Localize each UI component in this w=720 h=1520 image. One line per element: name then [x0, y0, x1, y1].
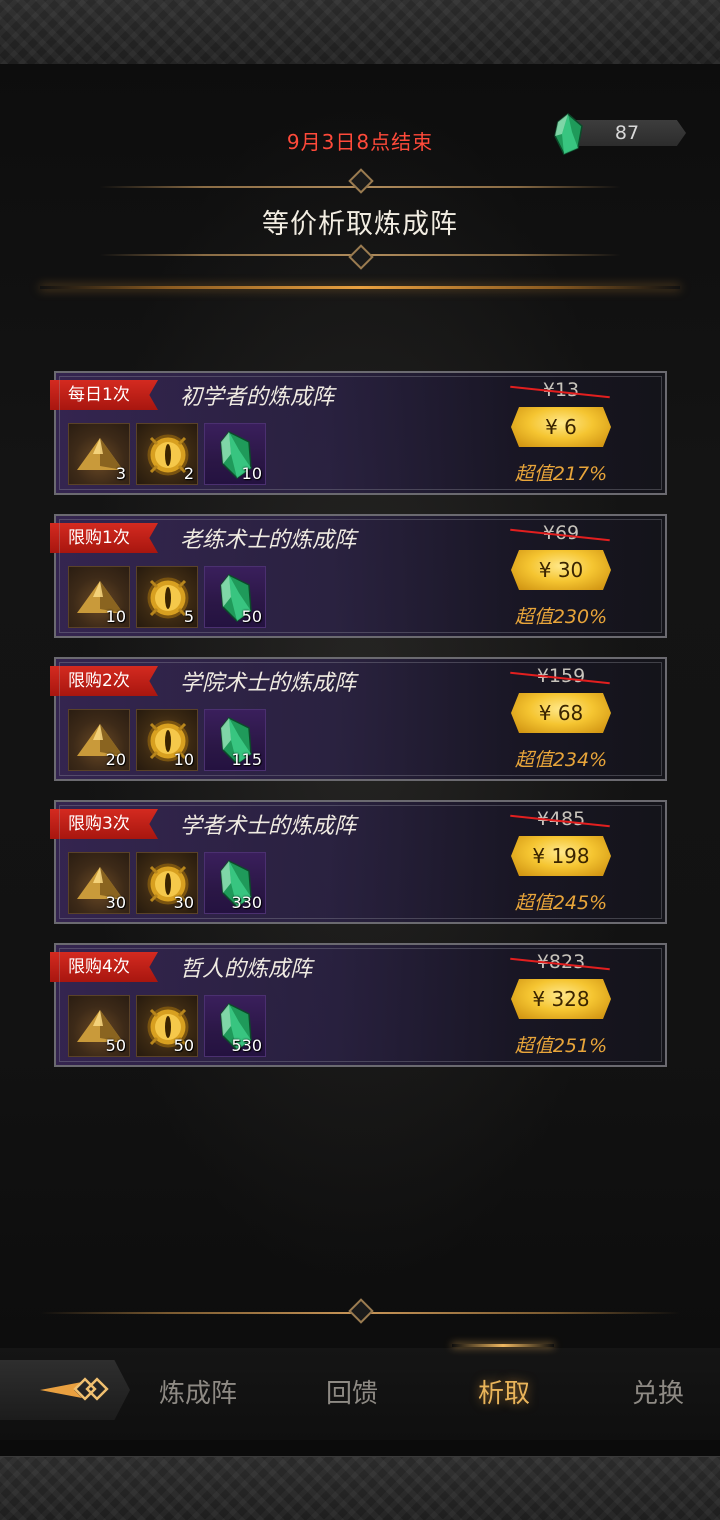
- nav-back-button[interactable]: [0, 1360, 130, 1420]
- reward-item-count: 30: [105, 893, 126, 912]
- reward-item-slot[interactable]: 2: [136, 423, 198, 485]
- value-percent: 超值245%: [514, 892, 608, 914]
- reward-item-count: 50: [173, 1036, 194, 1055]
- reward-item-count: 10: [241, 464, 262, 483]
- title-glow-divider: [40, 286, 680, 289]
- reward-item-count: 10: [173, 750, 194, 769]
- reward-item-count: 530: [231, 1036, 262, 1055]
- buy-price-button[interactable]: ¥ 68: [511, 693, 611, 733]
- offer-title: 学者术士的炼成阵: [180, 814, 357, 839]
- offer-title: 哲人的炼成阵: [180, 957, 313, 982]
- reward-item-slot[interactable]: 115: [204, 709, 266, 771]
- reward-item-count: 10: [105, 607, 126, 626]
- currency-value: 87: [614, 122, 640, 144]
- reward-item-slot[interactable]: 30: [68, 852, 130, 914]
- reward-item-count: 30: [173, 893, 194, 912]
- buy-price-button[interactable]: ¥ 328: [511, 979, 611, 1019]
- gem-currency-display[interactable]: 87: [548, 112, 688, 156]
- back-arrow-icon: [40, 1377, 109, 1401]
- value-percent: 超值230%: [514, 606, 608, 628]
- offer-card-4[interactable]: 限购3次 学者术士的炼成阵 30 30 330 ¥485 ¥ 198 超值245%: [50, 800, 667, 924]
- offer-card-1[interactable]: 每日1次 初学者的炼成阵 3 2 10 ¥13 ¥ 6 超值217%: [50, 371, 667, 495]
- reward-item-slot[interactable]: 50: [204, 566, 266, 628]
- reward-item-slot[interactable]: 50: [136, 995, 198, 1057]
- reward-item-count: 3: [115, 464, 126, 483]
- tab-alchemy-array[interactable]: 炼成阵: [138, 1374, 258, 1414]
- tab-rewards[interactable]: 回馈: [292, 1374, 412, 1414]
- active-tab-indicator: [452, 1344, 554, 1347]
- reward-item-count: 50: [241, 607, 262, 626]
- offer-limit-tag: 每日1次: [50, 380, 158, 410]
- buy-price-button[interactable]: ¥ 30: [511, 550, 611, 590]
- bottom-decorative-border: [0, 1456, 720, 1520]
- reward-item-slot[interactable]: 30: [136, 852, 198, 914]
- page-title: 等价析取炼成阵: [262, 209, 458, 240]
- reward-item-count: 330: [231, 893, 262, 912]
- offer-title: 老练术士的炼成阵: [180, 528, 357, 553]
- reward-item-slot[interactable]: 20: [68, 709, 130, 771]
- offer-limit-tag: 限购1次: [50, 523, 158, 553]
- reward-item-slot[interactable]: 5: [136, 566, 198, 628]
- tab-exchange[interactable]: 兑换: [598, 1374, 718, 1414]
- reward-item-slot[interactable]: 10: [204, 423, 266, 485]
- offer-limit-tag: 限购4次: [50, 952, 158, 982]
- tab-extract[interactable]: 析取: [444, 1374, 564, 1414]
- value-percent: 超值234%: [514, 749, 608, 771]
- value-percent: 超值251%: [514, 1035, 608, 1057]
- buy-price-button[interactable]: ¥ 198: [511, 836, 611, 876]
- reward-item-slot[interactable]: 50: [68, 995, 130, 1057]
- reward-item-slot[interactable]: 3: [68, 423, 130, 485]
- reward-item-slot[interactable]: 330: [204, 852, 266, 914]
- reward-item-count: 50: [105, 1036, 126, 1055]
- reward-item-count: 115: [231, 750, 262, 769]
- offer-card-3[interactable]: 限购2次 学院术士的炼成阵 20 10 115 ¥159 ¥ 68 超值234%: [50, 657, 667, 781]
- offer-title: 学院术士的炼成阵: [180, 671, 357, 696]
- offer-limit-tag: 限购3次: [50, 809, 158, 839]
- value-percent: 超值217%: [514, 463, 608, 485]
- buy-price-button[interactable]: ¥ 6: [511, 407, 611, 447]
- offer-limit-tag: 限购2次: [50, 666, 158, 696]
- top-decorative-border: [0, 0, 720, 65]
- reward-item-slot[interactable]: 10: [68, 566, 130, 628]
- reward-item-count: 2: [183, 464, 194, 483]
- green-gem-icon: [554, 113, 583, 155]
- offer-card-2[interactable]: 限购1次 老练术士的炼成阵 10 5 50 ¥69 ¥ 30 超值230%: [50, 514, 667, 638]
- reward-item-slot[interactable]: 10: [136, 709, 198, 771]
- reward-item-count: 20: [105, 750, 126, 769]
- reward-item-count: 5: [183, 607, 194, 626]
- reward-item-slot[interactable]: 530: [204, 995, 266, 1057]
- offer-title: 初学者的炼成阵: [180, 385, 335, 410]
- offer-card-5[interactable]: 限购4次 哲人的炼成阵 50 50 530 ¥823 ¥ 328 超值251%: [50, 943, 667, 1067]
- app-root: 9月3日8点结束 87 等价析取炼成阵 每日1次 初学者的炼成阵 3 2 10 ¥13 ¥ …: [0, 0, 720, 1520]
